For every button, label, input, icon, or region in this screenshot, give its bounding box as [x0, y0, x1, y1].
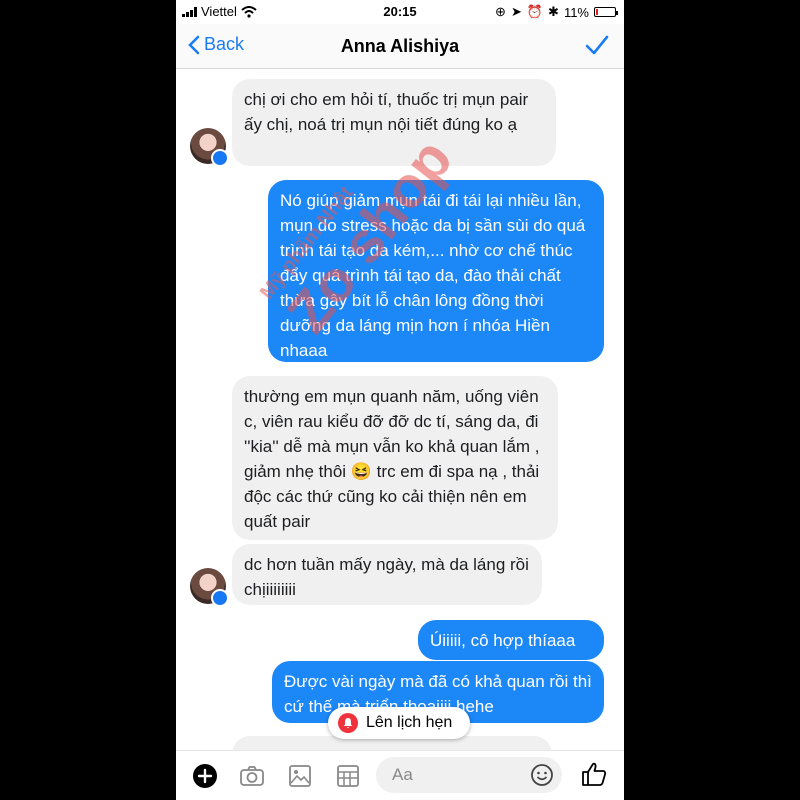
grid-icon[interactable] — [335, 763, 361, 789]
add-icon[interactable] — [192, 763, 218, 789]
conversation-title: Anna Alishiya — [340, 36, 460, 56]
schedule-reminder-button[interactable]: Lên lịch hẹn — [328, 707, 470, 739]
message-bubble-incoming: thường em mụn quanh năm, uống viên c, vi… — [232, 376, 558, 540]
messenger-badge-icon — [211, 149, 229, 167]
composer-bar: Aa — [176, 750, 624, 800]
message-input-placeholder: Aa — [392, 765, 413, 784]
location-icon: ➤ — [510, 4, 522, 19]
battery-percent: 11% — [563, 4, 589, 20]
message-bubble-incoming: dc hơn tuần mấy ngày, mà da láng rồi chị… — [232, 544, 542, 605]
checkmark-icon[interactable] — [584, 32, 610, 58]
avatar — [190, 128, 229, 167]
message-bubble-outgoing: Nó giúp giảm mụn tái đi tái lại nhiều lầ… — [268, 180, 604, 362]
rotation-lock-icon: ⊕ — [495, 4, 506, 19]
message-bubble-incoming: chị ơi cho em hỏi tí, thuốc trị mụn pair… — [232, 79, 556, 166]
message-bubble-outgoing: Úiiiii, cô hợp thíaaa — [418, 620, 604, 660]
alarm-icon: ⏰ — [526, 4, 544, 19]
message-input[interactable]: Aa — [376, 757, 562, 793]
schedule-reminder-label: Lên lịch hẹn — [366, 714, 453, 731]
phone-screen: Viettel 20:15 ⊕ ➤ ⏰ ✱ 11% Back Anna Alis… — [176, 0, 624, 800]
avatar — [190, 568, 229, 607]
bluetooth-icon: ✱ — [548, 4, 559, 19]
status-right: ⊕ ➤ ⏰ ✱ 11% — [495, 4, 618, 20]
messenger-badge-icon — [211, 589, 229, 607]
bell-icon — [338, 713, 358, 733]
message-list: chị ơi cho em hỏi tí, thuốc trị mụn pair… — [176, 69, 624, 766]
emoji-icon[interactable] — [530, 763, 554, 787]
camera-icon[interactable] — [239, 763, 265, 789]
gallery-icon[interactable] — [287, 763, 313, 789]
nav-bar: Back Anna Alishiya — [176, 24, 624, 69]
status-bar: Viettel 20:15 ⊕ ➤ ⏰ ✱ 11% — [176, 0, 624, 24]
like-icon[interactable] — [580, 760, 608, 788]
battery-icon — [594, 7, 618, 17]
